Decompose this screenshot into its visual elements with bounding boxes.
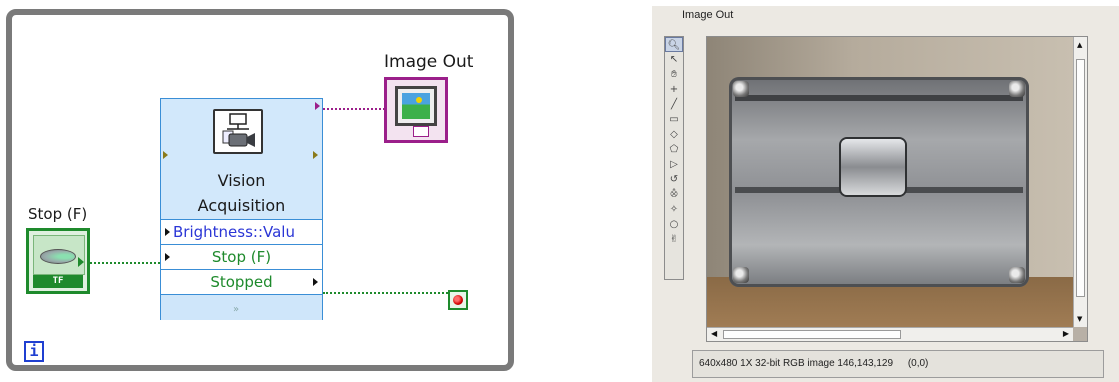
terminal-stop-label: Stop (F) [211,248,272,266]
while-loop-resize-gap [514,360,524,374]
stop-button-terminal[interactable] [448,290,468,310]
pixel-coordinates: (0,0) [907,358,929,369]
input-arrow-icon [165,253,170,261]
terminal-brightness[interactable]: Brightness::Valu [161,219,322,244]
horizontal-scrollbar[interactable]: ◀ ▶ [707,327,1073,341]
case-corner [733,267,749,283]
horizontal-scroll-thumb[interactable] [723,330,901,339]
pan-tool-icon[interactable]: ✋︎ [665,67,683,82]
image-out-label: Image Out [384,52,474,72]
ring-tool-icon[interactable]: ○ [665,217,683,232]
vertical-scrollbar[interactable]: ▲ ▼ [1073,37,1087,327]
case-corner [1009,81,1025,97]
tf-badge: TF [33,275,83,288]
block-diagram: i Stop (F) TF Vision Acquisition Brightn… [0,0,530,382]
case-seam-top [735,95,1023,101]
scroll-down-icon[interactable]: ▼ [1077,315,1082,323]
terminal-brightness-label: Brightness::Valu [173,223,295,241]
error-out-arrow-icon [313,151,318,159]
terminal-stop[interactable]: Stop (F) [161,244,322,269]
image-info-status-bar: 640x480 1X 32-bit RGB image 146,143,129 … [692,350,1104,378]
image-out-indicator-terminal[interactable] [384,77,448,143]
sun-icon [416,97,422,103]
freehand-tool-icon[interactable]: ▷ [665,157,683,172]
wire-stopped-to-indicator[interactable] [323,292,448,294]
polygon-tool-icon[interactable]: ⬠ [665,142,683,157]
stop-led-icon [453,295,463,305]
vi-title-line1: Vision [217,171,266,190]
line-tool-icon[interactable]: ╱ [665,97,683,112]
annulus-tool-icon[interactable]: ↺ [665,172,683,187]
oval-tool-icon[interactable]: ◇ [665,127,683,142]
camera-network-icon [222,113,255,147]
stop-control-face [33,235,85,275]
error-in-arrow-icon [163,151,168,159]
loop-iteration-terminal[interactable]: i [24,341,44,362]
case-corner [733,81,749,97]
vision-acquisition-express-vi[interactable]: Vision Acquisition Brightness::Valu Stop… [160,98,323,320]
image-display-label: Image Out [682,9,734,21]
stop-control-label: Stop (F) [28,205,88,223]
stop-boolean-control[interactable]: TF [26,228,90,294]
tag-icon [413,126,429,137]
vertical-scroll-thumb[interactable] [1076,59,1085,297]
image-viewport[interactable]: ▲ ▼ ◀ ▶ [706,36,1088,342]
zoom-tool-icon[interactable]: 🔍︎ [665,37,683,52]
terminal-stopped-label: Stopped [210,273,273,291]
led-icon [40,249,76,264]
output-arrow-icon [313,278,318,286]
vi-header: Vision Acquisition [161,99,322,219]
camera-image [707,37,1073,327]
pointer-tool-icon[interactable]: ↖ [665,52,683,67]
hand-tool-icon[interactable]: ✌︎ [665,232,683,247]
image-tools-palette: 🔍︎ ↖ ✋︎ + ╱ ▭ ◇ ⬠ ▷ ↺ ⨶ ✧ ○ ✌︎ [664,36,684,280]
image-output-arrow-icon [315,102,320,110]
wire-stop-to-vi[interactable] [90,262,160,264]
vi-title-line2: Acquisition [197,196,286,215]
photo-aluminum-case [729,77,1029,287]
wire-image-out[interactable] [323,108,385,110]
vi-expand-handle[interactable]: » [161,294,322,320]
output-arrow-icon [78,257,84,267]
scroll-left-icon[interactable]: ◀ [711,329,717,338]
case-latch [841,139,905,195]
broken-line-tool-icon[interactable]: ⨶ [665,187,683,202]
input-arrow-icon [165,228,170,236]
expand-chevron-icon: » [233,304,240,315]
scroll-up-icon[interactable]: ▲ [1077,41,1082,49]
scroll-right-icon[interactable]: ▶ [1063,329,1069,338]
image-info-text: 640x480 1X 32-bit RGB image 146,143,129 [699,358,894,369]
point-tool-icon[interactable]: + [665,82,683,97]
image-display-control: Image Out 🔍︎ ↖ ✋︎ + ╱ ▭ ◇ ⬠ ▷ ↺ ⨶ ✧ ○ ✌︎ [652,6,1119,382]
terminal-stopped[interactable]: Stopped [161,269,322,294]
image-frame-icon [395,86,437,126]
freehand-region-tool-icon[interactable]: ✧ [665,202,683,217]
rectangle-tool-icon[interactable]: ▭ [665,112,683,127]
camera-acquisition-icon [213,109,263,154]
case-corner [1009,267,1025,283]
